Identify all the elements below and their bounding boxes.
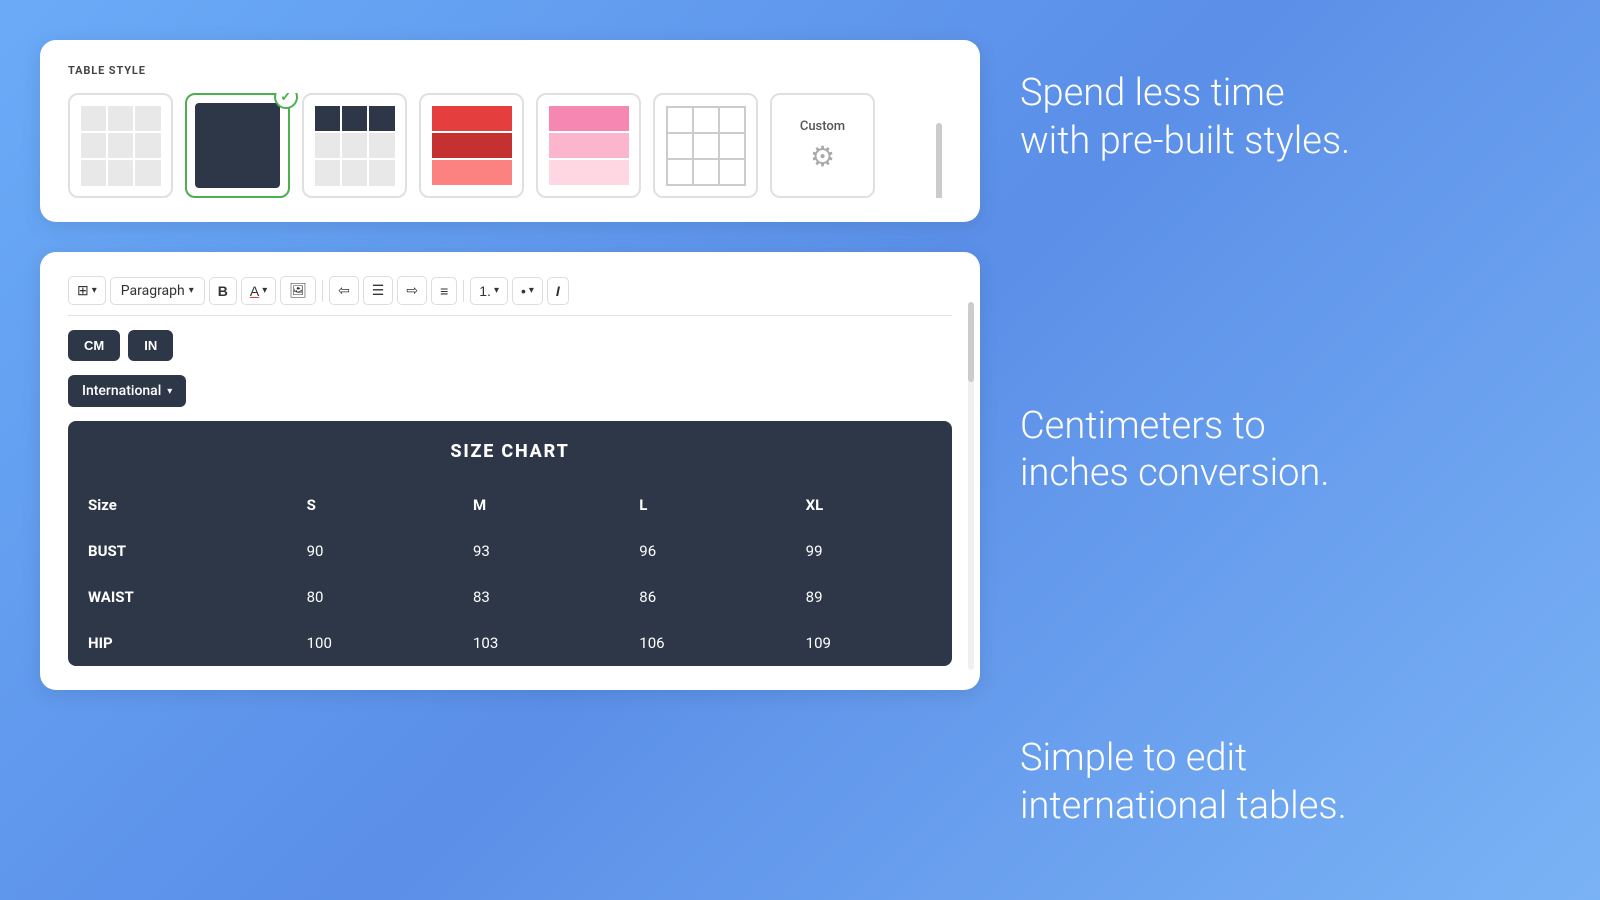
hip-m: 103	[453, 620, 619, 666]
feature-block-1: Spend less timewith pre-built styles.	[1020, 50, 1560, 185]
unordered-list-arrow: ▾	[529, 285, 534, 296]
feature-text-2: Centimeters toinches conversion.	[1020, 403, 1329, 498]
style-option-custom[interactable]: Custom ⚙	[770, 93, 875, 198]
editor-scroll-thumb	[968, 302, 974, 382]
ordered-list-arrow: ▾	[494, 285, 499, 296]
waist-m: 83	[453, 574, 619, 620]
align-center-icon: ☰	[372, 282, 385, 299]
waist-row: WAIST 80 83 86 89	[68, 574, 952, 620]
right-column: Spend less timewith pre-built styles. Ce…	[1020, 40, 1560, 860]
bust-l: 96	[619, 528, 785, 574]
paragraph-arrow: ▾	[189, 285, 194, 296]
editor-toolbar: ⊞ ▾ Paragraph ▾ B A ▾ 🖼	[68, 276, 952, 316]
red-preview	[432, 106, 512, 186]
unordered-list-button[interactable]: • ▾	[512, 277, 543, 305]
chart-title-row: SIZE CHART	[68, 421, 952, 482]
align-justify-icon: ≡	[440, 283, 448, 299]
gear-icon: ⚙	[810, 140, 835, 173]
style-option-pink[interactable]	[536, 93, 641, 198]
waist-xl: 89	[786, 574, 952, 620]
feature-text-1: Spend less timewith pre-built styles.	[1020, 70, 1350, 165]
header-row: Size S M L XL	[68, 482, 952, 528]
style-option-plain[interactable]	[68, 93, 173, 198]
col-header-s: S	[287, 482, 453, 528]
bold-button[interactable]: B	[209, 277, 237, 305]
ordered-list-icon: 1.	[479, 283, 491, 299]
style-option-dark[interactable]: ✓	[185, 93, 290, 198]
bust-row: BUST 90 93 96 99	[68, 528, 952, 574]
unordered-list-icon: •	[521, 283, 526, 299]
editor-scroll-bar[interactable]	[968, 302, 974, 670]
international-dropdown[interactable]: International ▾	[68, 375, 186, 407]
col-header-size: Size	[68, 482, 287, 528]
font-color-icon: A	[250, 283, 259, 299]
align-left-icon: ⇦	[338, 282, 350, 299]
align-center-button[interactable]: ☰	[363, 276, 394, 305]
bold-icon: B	[218, 283, 228, 299]
table-icon: ⊞	[77, 282, 89, 299]
feature-block-2: Centimeters toinches conversion.	[1020, 383, 1560, 518]
feature-text-3: Simple to editinternational tables.	[1020, 735, 1347, 830]
image-button[interactable]: 🖼	[280, 276, 316, 305]
style-option-red[interactable]	[419, 93, 524, 198]
font-color-arrow: ▾	[262, 285, 267, 296]
style-option-outline[interactable]	[653, 93, 758, 198]
international-label: International	[82, 383, 161, 399]
chart-title: SIZE CHART	[68, 421, 952, 482]
col-header-m: M	[453, 482, 619, 528]
editor-panel: ⊞ ▾ Paragraph ▾ B A ▾ 🖼	[40, 252, 980, 690]
image-icon: 🖼	[289, 282, 307, 299]
in-button[interactable]: IN	[128, 330, 173, 361]
waist-l: 86	[619, 574, 785, 620]
italic-button[interactable]: I	[547, 277, 569, 305]
style-scroll-area: ✓	[68, 93, 952, 198]
waist-label: WAIST	[68, 574, 287, 620]
hip-xl: 109	[786, 620, 952, 666]
col-header-xl: XL	[786, 482, 952, 528]
waist-s: 80	[287, 574, 453, 620]
header-preview	[315, 106, 395, 186]
custom-label: Custom	[800, 119, 845, 134]
bust-m: 93	[453, 528, 619, 574]
unit-buttons: CM IN	[68, 330, 952, 361]
align-left-button[interactable]: ⇦	[329, 276, 359, 305]
hip-row: HIP 100 103 106 109	[68, 620, 952, 666]
separator-1	[322, 280, 323, 302]
feature-block-3: Simple to editinternational tables.	[1020, 715, 1560, 850]
table-button[interactable]: ⊞ ▾	[68, 276, 106, 305]
table-arrow: ▾	[92, 285, 97, 296]
font-color-button[interactable]: A ▾	[241, 277, 276, 305]
bust-xl: 99	[786, 528, 952, 574]
bust-s: 90	[287, 528, 453, 574]
hip-s: 100	[287, 620, 453, 666]
table-style-panel: TABLE STYLE	[40, 40, 980, 222]
dropdown-arrow: ▾	[167, 386, 172, 397]
align-right-button[interactable]: ⇨	[397, 276, 427, 305]
pink-preview	[549, 106, 629, 186]
size-chart-table: SIZE CHART Size S M L XL BUST 90 93	[68, 421, 952, 666]
panel-label: TABLE STYLE	[68, 64, 952, 77]
separator-2	[463, 280, 464, 302]
main-layout: TABLE STYLE	[0, 40, 1600, 860]
cm-button[interactable]: CM	[68, 330, 120, 361]
align-right-icon: ⇨	[406, 282, 418, 299]
col-header-l: L	[619, 482, 785, 528]
outline-preview	[666, 106, 746, 186]
hip-label: HIP	[68, 620, 287, 666]
left-column: TABLE STYLE	[40, 40, 980, 690]
paragraph-dropdown[interactable]: Paragraph ▾	[110, 277, 205, 305]
dark-preview	[195, 103, 280, 188]
align-justify-button[interactable]: ≡	[431, 277, 457, 305]
scroll-thumb	[936, 123, 942, 198]
hip-l: 106	[619, 620, 785, 666]
style-option-header[interactable]	[302, 93, 407, 198]
paragraph-label: Paragraph	[121, 283, 185, 299]
italic-icon: I	[556, 283, 560, 299]
editor-content: CM IN International ▾ SIZE CHART Siz	[68, 330, 952, 666]
mini-table-plain	[81, 106, 161, 186]
scroll-bar[interactable]	[936, 123, 942, 168]
bust-label: BUST	[68, 528, 287, 574]
ordered-list-button[interactable]: 1. ▾	[470, 277, 508, 305]
